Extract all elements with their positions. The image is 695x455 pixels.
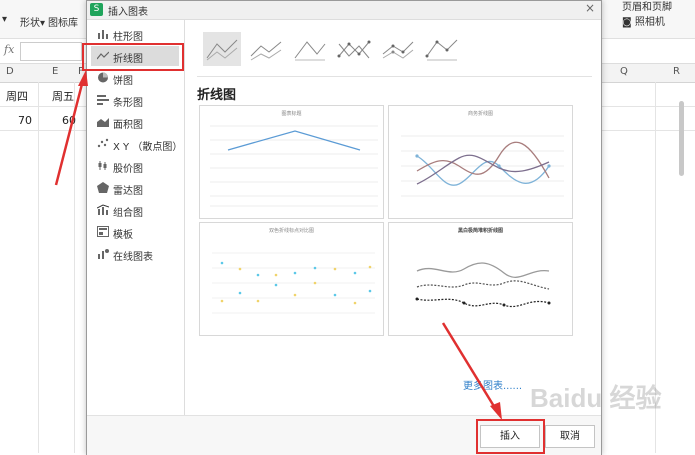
sidebar-item-template[interactable]: 模板 [91,222,179,242]
dialog-titlebar: S 插入图表 × [87,1,601,20]
bar-chart-icon [97,95,109,105]
chart-preview-card-2[interactable]: 商务折线图 [388,105,573,219]
line-subtype-stacked[interactable] [247,32,285,66]
template-icon [97,226,109,237]
app-icon: S [90,3,103,16]
cell-d2[interactable]: 70 [18,114,32,127]
dialog-footer: 插入 取消 [87,415,601,455]
chart-preview-card-4[interactable]: 黑白极简堆积折线图 [388,222,573,336]
sidebar-item-column[interactable]: 柱形图 [91,24,179,44]
highlight-box-line-category [82,43,184,71]
column-chart-icon [98,30,108,39]
column-header-e[interactable]: E [52,66,58,77]
scatter-chart-icon [97,138,109,148]
sidebar-item-label: 雷达图 [113,186,143,197]
sidebar-item-pie[interactable]: 饼图 [91,68,179,88]
cancel-button[interactable]: 取消 [545,425,595,448]
camera-icon: ◙ [622,17,632,28]
sidebar-item-label: X Y （散点图） [113,142,183,153]
sidebar-item-label: 在线图表 [113,252,153,263]
online-chart-icon [98,249,109,259]
chart-preview-card-3[interactable]: 双色折线标点对比图 [199,222,384,336]
area-chart-icon [97,118,109,127]
dialog-title: 插入图表 [108,7,148,18]
sidebar-item-label: 面积图 [113,120,143,131]
line-subtype-stacked-markers[interactable] [379,32,417,66]
sidebar-item-label: 模板 [113,230,133,241]
combo-chart-icon [97,204,109,215]
toolbar-item-truncated[interactable]: ▾ [2,14,7,25]
close-button[interactable]: × [585,1,595,15]
pie-chart-icon [98,72,108,83]
insert-chart-dialog: S 插入图表 × 柱形图 折线图 饼图 条形图 面积图 X Y （散点图） 股价… [82,0,684,455]
fx-label: fx [4,43,15,56]
line-subtype-percent[interactable] [291,32,329,66]
chart-content-panel: 折线图 图表标题 商务折线图 双色折线标点对比图 黑白极简堆积折线图 更多图表.… [185,20,684,415]
sidebar-item-radar[interactable]: 雷达图 [91,178,179,198]
chart-type-sidebar: 柱形图 折线图 饼图 条形图 面积图 X Y （散点图） 股价图 雷达图 组合图… [87,20,185,415]
sidebar-item-combo[interactable]: 组合图 [91,200,179,220]
sidebar-item-label: 组合图 [113,208,143,219]
sidebar-item-stock[interactable]: 股价图 [91,156,179,176]
stock-chart-icon [98,161,107,170]
line-subtype-percent-markers[interactable] [423,32,461,66]
section-title: 折线图 [197,88,237,103]
icon-library-button[interactable]: 图标库 [48,14,78,29]
sidebar-item-label: 股价图 [113,164,143,175]
card-3-preview [212,252,375,314]
watermark: Baidu 经验 [530,383,662,413]
content-scrollbar[interactable] [679,101,684,176]
line-subtype-basic[interactable] [203,32,241,66]
sidebar-item-label: 条形图 [113,98,143,109]
sidebar-item-online[interactable]: 在线图表 [91,244,179,264]
divider [197,76,592,77]
formula-input[interactable] [20,42,82,61]
line-subtype-markers[interactable] [335,32,373,66]
card-1-preview [210,125,378,207]
card-2-preview [401,135,564,197]
cell-d1[interactable]: 周四 [6,88,28,104]
sidebar-item-scatter[interactable]: X Y （散点图） [91,134,183,154]
cell-e2[interactable]: 60 [62,114,76,127]
chart-preview-card-1[interactable]: 图表标题 [199,105,384,219]
sidebar-item-label: 饼图 [113,76,133,87]
camera-button[interactable]: ◙ 照相机 [622,13,665,28]
column-header-r[interactable]: R [673,66,680,77]
sidebar-item-bar[interactable]: 条形图 [91,90,179,110]
card-4-preview [415,262,551,307]
cell-e1[interactable]: 周五 [52,88,74,104]
sidebar-item-area[interactable]: 面积图 [91,112,179,132]
column-header-d[interactable]: D [6,66,14,77]
header-footer-button[interactable]: 页眉和页脚 [622,0,672,13]
more-charts-link[interactable]: 更多图表...... [463,377,522,392]
column-header-q[interactable]: Q [620,66,628,77]
radar-chart-icon [97,182,109,193]
highlight-box-insert [476,419,545,454]
sidebar-item-label: 柱形图 [113,32,143,43]
shapes-button[interactable]: 形状▾ [20,14,45,29]
